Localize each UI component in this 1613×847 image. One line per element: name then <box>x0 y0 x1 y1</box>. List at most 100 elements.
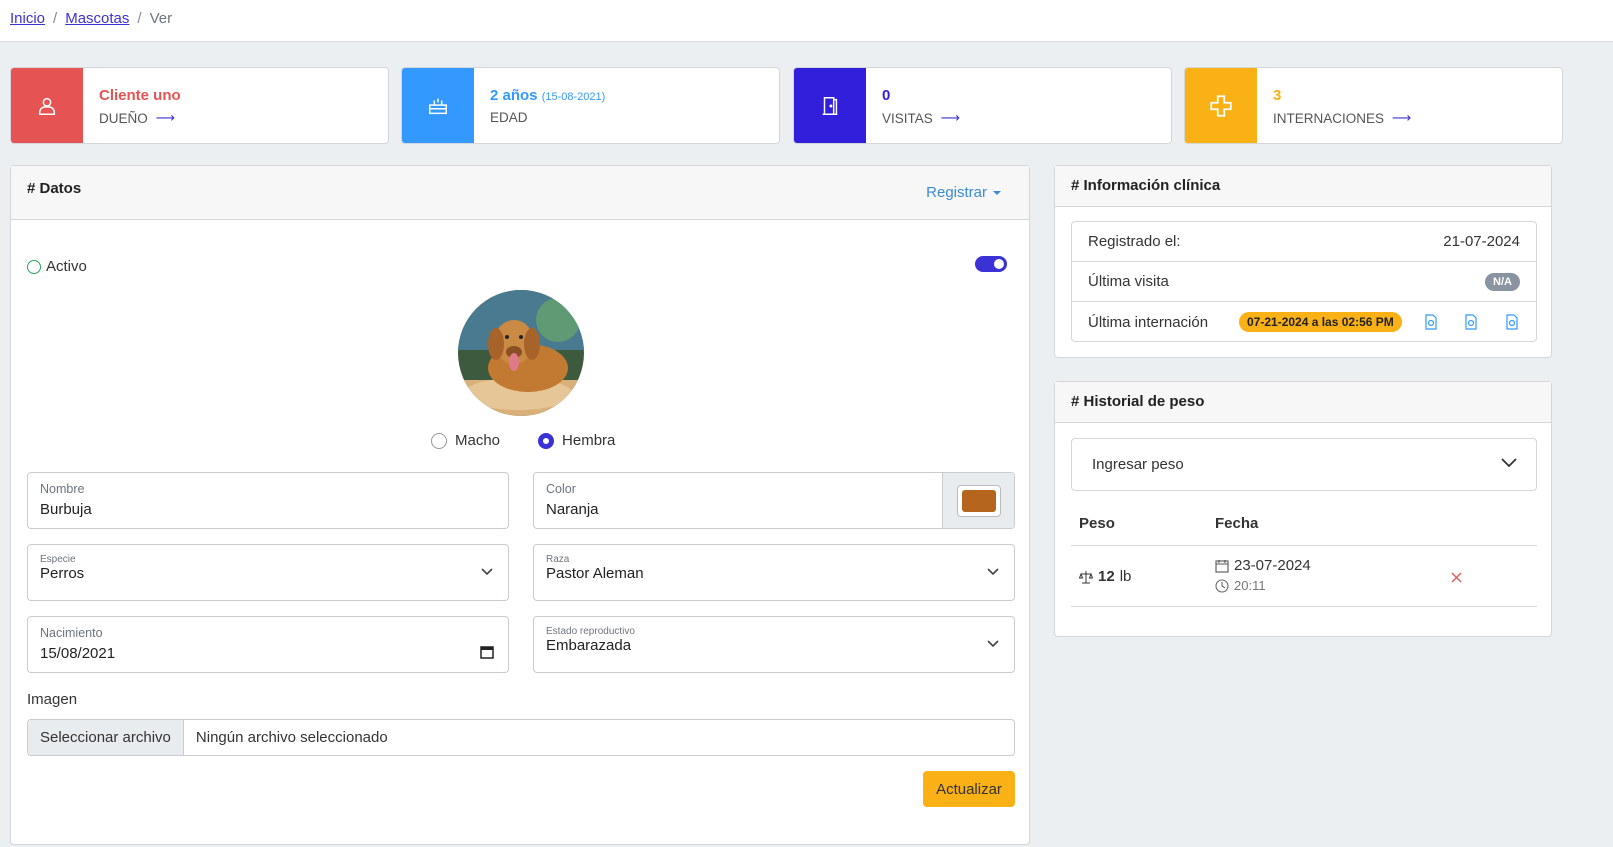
image-file-input[interactable]: Seleccionar archivo Ningún archivo selec… <box>27 719 1015 756</box>
radio-off-icon <box>431 432 447 449</box>
especie-value: Perros <box>40 565 85 582</box>
status-active: Activo <box>27 258 87 275</box>
user-icon <box>11 68 83 143</box>
scale-icon <box>1079 570 1093 583</box>
registrar-label: Registrar <box>926 184 987 201</box>
visits-label: VISITAS <box>882 110 933 126</box>
arrow-right-icon[interactable]: ⟶ <box>156 110 175 126</box>
last-visit-label: Última visita <box>1088 273 1169 290</box>
status-label: Activo <box>46 258 87 275</box>
weight-unit: lb <box>1119 568 1132 585</box>
document-search-icon[interactable] <box>1424 314 1438 330</box>
nombre-value: Burbuja <box>40 501 92 518</box>
nombre-field[interactable]: Nombre Burbuja <box>27 472 509 529</box>
color-field[interactable]: Color Naranja <box>533 472 1015 529</box>
top-bar: Inicio / Mascotas / Ver <box>0 0 1613 42</box>
clock-icon <box>1215 578 1229 593</box>
estado-reproductivo-select[interactable]: Estado reproductivo Embarazada <box>533 616 1015 673</box>
cake-icon <box>402 68 474 143</box>
color-value: Naranja <box>546 501 599 518</box>
birth-date-small: (15-08-2021) <box>541 91 606 103</box>
table-row: 12 lb 23-07-2024 20:11 <box>1071 546 1537 607</box>
breadcrumb-home-link[interactable]: Inicio <box>10 10 45 27</box>
imagen-label: Imagen <box>27 691 78 708</box>
especie-select[interactable]: Especie Perros <box>27 544 509 601</box>
chevron-down-icon <box>481 568 493 576</box>
especie-label: Especie <box>40 554 76 565</box>
raza-select[interactable]: Raza Pastor Aleman <box>533 544 1015 601</box>
list-item: Última internación 07-21-2024 a las 02:5… <box>1072 302 1536 342</box>
select-file-button[interactable]: Seleccionar archivo <box>28 720 184 755</box>
color-picker[interactable] <box>942 473 1014 528</box>
calendar-icon <box>1215 559 1229 573</box>
raza-value: Pastor Aleman <box>546 565 644 582</box>
plus-icon <box>1185 68 1257 143</box>
registrar-dropdown[interactable]: Registrar <box>926 184 1001 201</box>
radio-on-icon <box>538 432 555 449</box>
breadcrumb-separator: / <box>53 10 58 27</box>
list-item: Registrado el: 21-07-2024 <box>1072 222 1536 262</box>
col-fecha-header: Fecha <box>1215 515 1259 532</box>
weight-history-card: # Historial de peso Ingresar peso Peso F… <box>1054 381 1552 637</box>
gender-male-label: Macho <box>455 432 501 449</box>
status-circle-icon <box>27 259 41 274</box>
weight-history-title: # Historial de peso <box>1055 382 1551 423</box>
internaciones-count: 3 <box>1273 87 1282 104</box>
active-toggle[interactable] <box>975 256 1007 272</box>
nacimiento-field[interactable]: Nacimiento 15/08/2021 <box>27 616 509 673</box>
weight-time: 20:11 <box>1234 578 1266 593</box>
actualizar-button[interactable]: Actualizar <box>923 771 1015 807</box>
visits-card[interactable]: 0 VISITAS ⟶ <box>793 67 1172 144</box>
datos-title: # Datos <box>27 180 82 197</box>
clinical-info-title: # Información clínica <box>1055 166 1551 207</box>
list-item: Última visita N/A <box>1072 262 1536 302</box>
breadcrumb: Inicio / Mascotas / Ver <box>10 10 172 27</box>
gender-male-radio[interactable]: Macho <box>431 432 500 449</box>
clinical-info-card: # Información clínica Registrado el: 21-… <box>1054 165 1552 358</box>
raza-label: Raza <box>546 554 570 565</box>
weight-date: 23-07-2024 <box>1234 557 1311 574</box>
age-value: 2 años <box>490 87 538 104</box>
calendar-icon[interactable] <box>480 645 494 659</box>
nombre-label: Nombre <box>40 482 85 496</box>
arrow-right-icon[interactable]: ⟶ <box>1392 110 1411 126</box>
estado-label: Estado reproductivo <box>546 626 635 637</box>
owner-name: Cliente uno <box>99 87 181 104</box>
owner-label: DUEÑO <box>99 110 148 126</box>
chevron-down-icon <box>987 568 999 576</box>
delete-icon[interactable] <box>1451 572 1462 583</box>
color-label: Color <box>546 482 576 496</box>
visits-count: 0 <box>882 87 891 104</box>
ingresar-peso-label: Ingresar peso <box>1092 456 1184 473</box>
caret-down-icon <box>993 190 1001 195</box>
breadcrumb-separator: / <box>137 10 142 27</box>
document-search-icon[interactable] <box>1464 314 1478 330</box>
arrow-right-icon[interactable]: ⟶ <box>941 110 960 126</box>
color-swatch <box>961 489 996 512</box>
col-peso-header: Peso <box>1079 515 1115 532</box>
weight-table: Peso Fecha 12 lb 23-07-2024 20:11 <box>1071 502 1537 607</box>
registered-date: 21-07-2024 <box>1443 233 1520 250</box>
owner-card[interactable]: Cliente uno DUEÑO ⟶ <box>10 67 389 144</box>
breadcrumb-mascotas-link[interactable]: Mascotas <box>65 10 129 27</box>
pet-avatar <box>458 290 584 416</box>
ingresar-peso-accordion[interactable]: Ingresar peso <box>1071 438 1537 491</box>
nacimiento-label: Nacimiento <box>40 626 103 640</box>
gender-female-label: Hembra <box>562 432 616 449</box>
document-search-icon[interactable] <box>1505 314 1519 330</box>
last-internacion-badge: 07-21-2024 a las 02:56 PM <box>1239 312 1402 332</box>
age-label: EDAD <box>490 110 528 125</box>
last-visit-badge: N/A <box>1485 272 1520 291</box>
gender-radio-group: Macho Hembra <box>431 432 615 449</box>
chevron-down-icon <box>1501 458 1517 468</box>
estado-value: Embarazada <box>546 637 632 654</box>
chevron-down-icon <box>987 640 999 648</box>
weight-table-header: Peso Fecha <box>1071 502 1537 546</box>
weight-value: 12 <box>1098 568 1115 585</box>
gender-female-radio[interactable]: Hembra <box>538 432 615 449</box>
file-name-text: Ningún archivo seleccionado <box>195 729 388 746</box>
internaciones-card[interactable]: 3 INTERNACIONES ⟶ <box>1184 67 1563 144</box>
internaciones-label: INTERNACIONES <box>1273 110 1385 126</box>
nacimiento-value: 15/08/2021 <box>40 645 116 662</box>
registered-label: Registrado el: <box>1088 233 1181 250</box>
